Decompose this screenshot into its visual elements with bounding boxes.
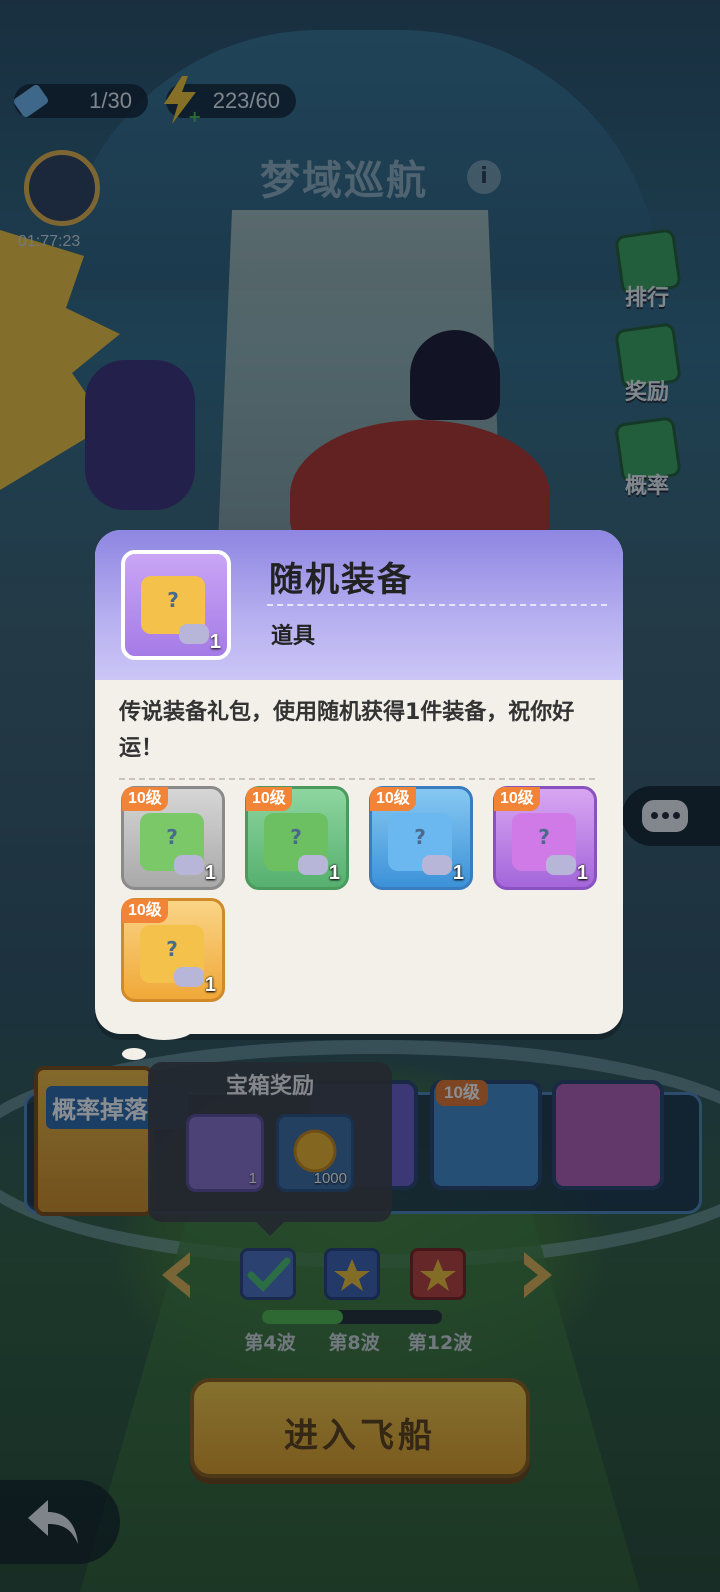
thought-bubble-tail (122, 1048, 146, 1060)
level-badge: 10级 (122, 787, 168, 811)
divider (119, 778, 595, 780)
popup-header: ? 1 随机装备 道具 (95, 530, 623, 680)
reward-item-gray[interactable]: ? 10级 1 (121, 786, 225, 890)
item-qty: 1 (204, 862, 216, 884)
divider (267, 604, 607, 606)
item-qty: 1 (576, 862, 588, 884)
item-description: 传说装备礼包，使用随机获得1件装备，祝你好运！ (119, 700, 575, 761)
item-qty: 1 (328, 862, 340, 884)
item-detail-popup: ? 1 随机装备 道具 传说装备礼包，使用随机获得1件装备，祝你好运！ ? 10… (95, 530, 623, 1034)
reward-item-blue[interactable]: ? 10级 1 (369, 786, 473, 890)
stones-icon (546, 855, 576, 875)
equipment-box-icon: ? 1 (121, 550, 231, 660)
level-badge: 10级 (122, 899, 168, 923)
level-badge: 10级 (370, 787, 416, 811)
stones-icon (174, 855, 204, 875)
reward-item-green[interactable]: ? 10级 1 (245, 786, 349, 890)
level-badge: 10级 (246, 787, 292, 811)
item-qty: 1 (204, 974, 216, 996)
reward-item-purple[interactable]: ? 10级 1 (493, 786, 597, 890)
reward-item-orange[interactable]: ? 10级 1 (121, 898, 225, 1002)
item-quantity: 1 (209, 631, 221, 653)
stones-icon (174, 967, 204, 987)
stones-icon (422, 855, 452, 875)
item-name: 随机装备 (269, 560, 413, 600)
level-badge: 10级 (494, 787, 540, 811)
item-type: 道具 (271, 624, 316, 649)
stones-icon (179, 624, 209, 644)
stones-icon (298, 855, 328, 875)
item-qty: 1 (452, 862, 464, 884)
thought-bubble-tail (135, 1018, 193, 1040)
